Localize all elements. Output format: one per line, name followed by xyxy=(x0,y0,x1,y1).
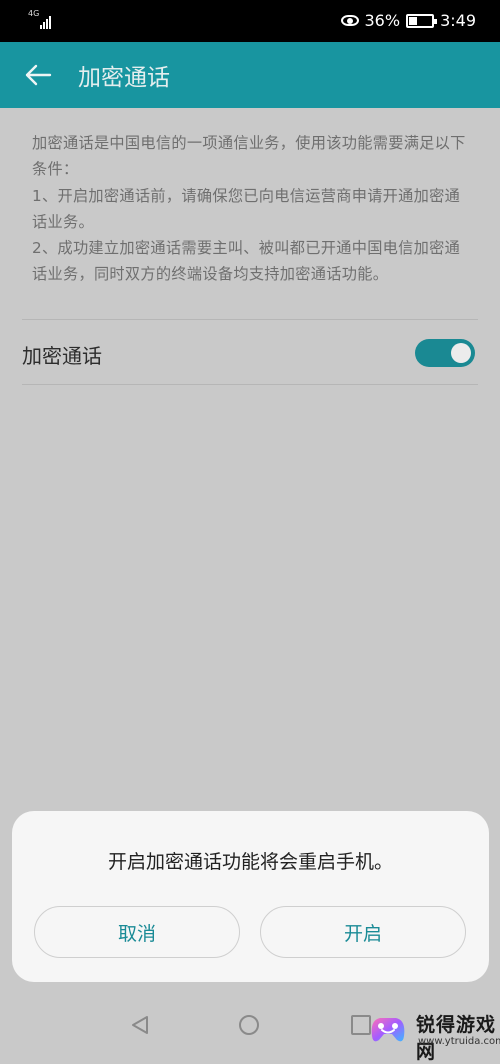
app-bar: 加密通话 xyxy=(0,42,500,108)
confirm-enable-button[interactable]: 开启 xyxy=(260,906,466,958)
battery-percent: 36% xyxy=(364,11,401,30)
back-button[interactable] xyxy=(22,59,54,91)
nav-back-icon[interactable] xyxy=(130,1015,150,1035)
divider xyxy=(22,384,478,385)
feature-description: 加密通话是中国电信的一项通信业务，使用该功能需要满足以下条件： 1、开启加密通话… xyxy=(32,134,466,284)
status-right: 36% 3:49 xyxy=(340,11,476,30)
watermark: 锐得游戏网 www.ytruida.com xyxy=(358,1002,500,1063)
divider xyxy=(22,319,478,320)
encrypted-call-label: 加密通话 xyxy=(22,344,102,368)
status-bar: 4G 36% 3:49 xyxy=(0,0,500,42)
arrow-left-icon xyxy=(25,64,52,86)
network-type: 4G xyxy=(28,9,40,18)
signal-bars-icon xyxy=(40,16,51,29)
clock: 3:49 xyxy=(440,11,476,30)
dialog-message: 开启加密通话功能将会重启手机。 xyxy=(107,851,393,873)
eye-comfort-icon xyxy=(340,15,359,26)
watermark-url: www.ytruida.com xyxy=(418,1036,500,1047)
nav-home-icon[interactable] xyxy=(239,1015,259,1035)
battery-icon xyxy=(406,13,438,28)
gamepad-logo-icon xyxy=(371,1018,405,1042)
cancel-button[interactable]: 取消 xyxy=(34,906,240,958)
toggle-knob xyxy=(451,343,471,363)
encrypted-call-toggle[interactable] xyxy=(415,339,475,367)
page-title: 加密通话 xyxy=(78,65,170,91)
battery-fill xyxy=(409,16,418,25)
restart-confirm-dialog: 开启加密通话功能将会重启手机。 取消 开启 xyxy=(12,811,489,982)
